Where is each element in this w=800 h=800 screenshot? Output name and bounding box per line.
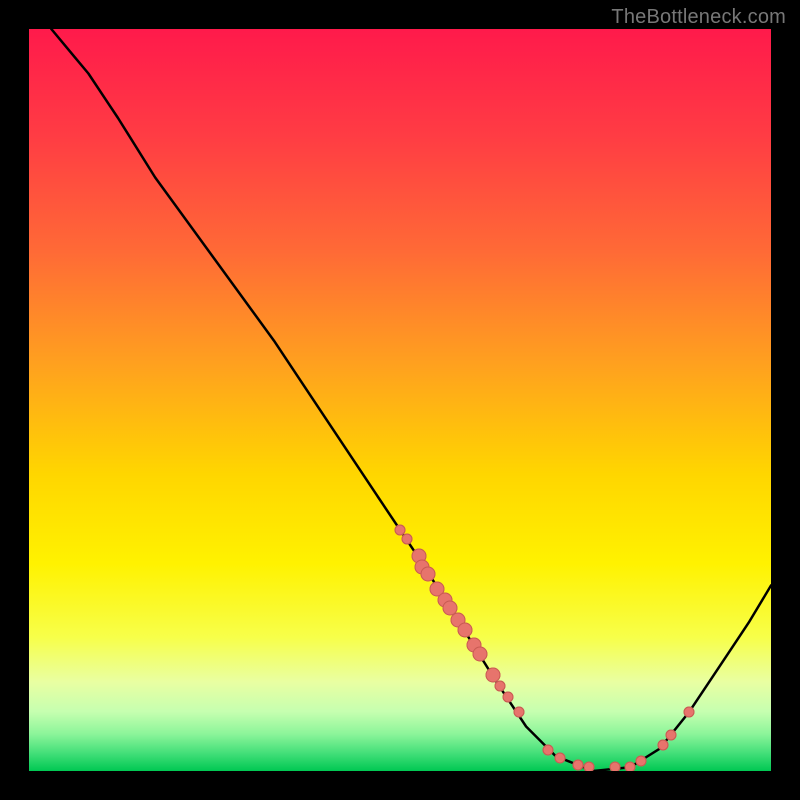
bottleneck-curve xyxy=(51,29,771,771)
chart-stage: TheBottleneck.com xyxy=(0,0,800,800)
plot-area xyxy=(29,29,771,771)
watermark-text: TheBottleneck.com xyxy=(611,6,786,29)
curve-layer xyxy=(29,29,771,771)
